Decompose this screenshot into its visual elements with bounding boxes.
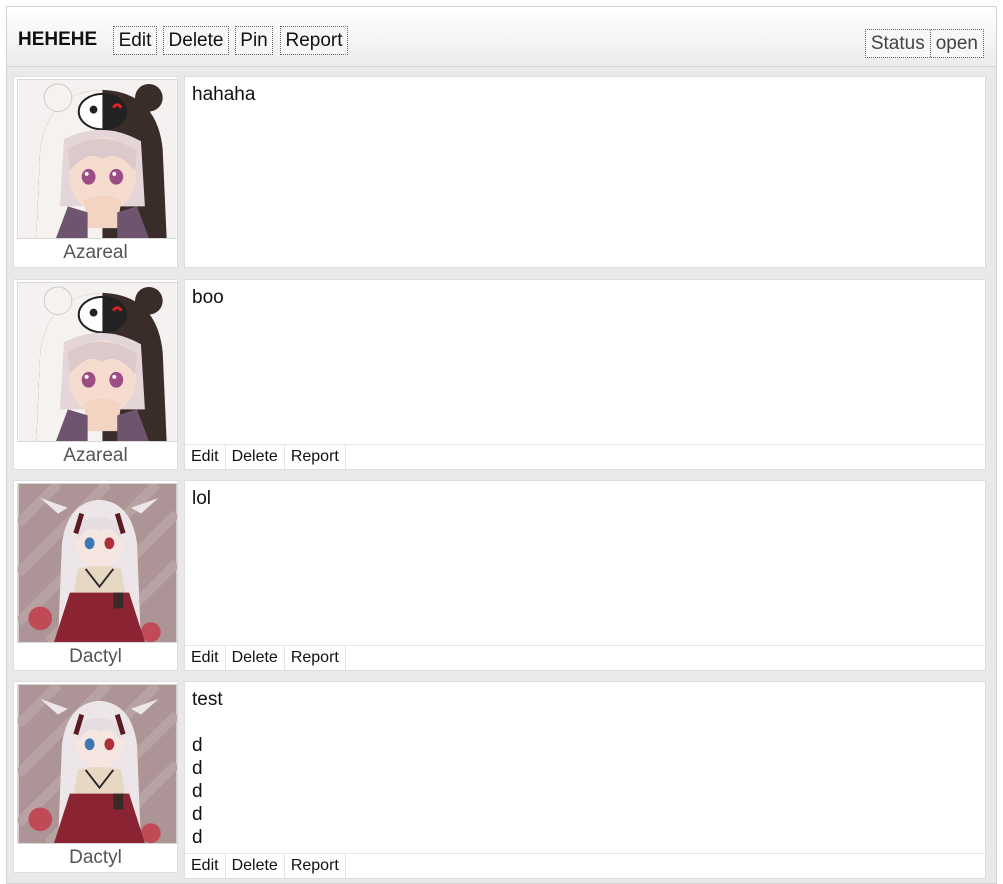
post-author-name[interactable]: Azareal (14, 445, 177, 467)
thread-title: HEHEHE (18, 29, 98, 50)
post-content: lol (192, 488, 212, 509)
post-body: lol Edit Delete Report (184, 480, 986, 671)
thread-delete-button[interactable]: Delete (163, 26, 229, 55)
post-body: hahaha (184, 76, 986, 268)
user-avatar[interactable] (17, 483, 178, 643)
post-body: test d d d d d Edit Delete Report (184, 681, 986, 879)
thread-status-label: Status (870, 33, 925, 54)
post-actions: Edit Delete Report (185, 645, 985, 670)
post-author-card: Dactyl (13, 681, 178, 873)
thread-edit-button[interactable]: Edit (113, 26, 157, 55)
post-author-name[interactable]: Dactyl (14, 646, 177, 668)
post-author-card: Dactyl (13, 480, 178, 671)
post-edit-button[interactable]: Edit (185, 854, 226, 878)
post-author-card: Azareal (13, 279, 178, 470)
user-avatar[interactable] (17, 79, 178, 239)
post: Azareal boo Edit Delete Report (13, 279, 986, 470)
post-actions: Edit Delete Report (185, 444, 985, 469)
post: Azareal hahaha (13, 76, 986, 268)
thread-container: HEHEHE Edit Delete Pin Report Status ope… (6, 6, 997, 884)
post-delete-button[interactable]: Delete (226, 445, 285, 469)
post-report-button[interactable]: Report (285, 646, 346, 670)
user-avatar[interactable] (17, 282, 178, 442)
post-author-card: Azareal (13, 76, 178, 268)
post: Dactyl test d d d d d Edit Delete Report (13, 681, 986, 879)
post-edit-button[interactable]: Edit (185, 445, 226, 469)
post-delete-button[interactable]: Delete (226, 646, 285, 670)
user-avatar[interactable] (17, 684, 178, 844)
post-actions: Edit Delete Report (185, 853, 985, 878)
thread-header: HEHEHE Edit Delete Pin Report Status ope… (7, 7, 996, 67)
thread-status: Status open (864, 29, 984, 58)
thread-report-button[interactable]: Report (280, 26, 348, 55)
post: Dactyl lol Edit Delete Report (13, 480, 986, 671)
post-body: boo Edit Delete Report (184, 279, 986, 470)
post-delete-button[interactable]: Delete (226, 854, 285, 878)
post-edit-button[interactable]: Edit (185, 646, 226, 670)
post-content: test d d d d d (192, 689, 223, 848)
post-author-name[interactable]: Dactyl (14, 847, 177, 869)
post-report-button[interactable]: Report (285, 854, 346, 878)
post-report-button[interactable]: Report (285, 445, 346, 469)
thread-status-value: open (929, 30, 983, 57)
post-content: boo (192, 287, 224, 308)
post-content: hahaha (192, 84, 256, 105)
post-author-name[interactable]: Azareal (14, 242, 177, 264)
thread-pin-button[interactable]: Pin (235, 26, 273, 55)
